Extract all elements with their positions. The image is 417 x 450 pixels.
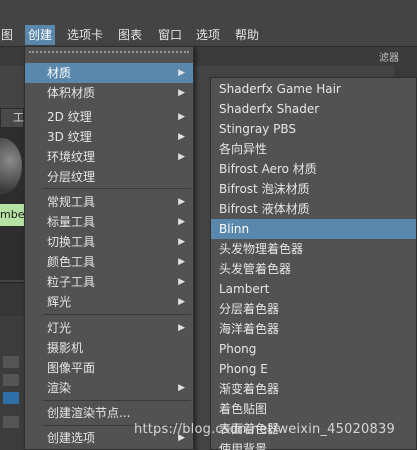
menu-item-general-utilities[interactable]: 常规工具 ▶ (25, 192, 193, 212)
outliner-row[interactable] (3, 374, 19, 386)
submenu-item-bifrost-liquid[interactable]: Bifrost 液体材质 (211, 199, 416, 219)
chevron-right-icon: ▶ (178, 257, 185, 267)
menubar: 图 创建 选项卡 图表 窗口 选项 帮助 (0, 0, 417, 46)
material-name-chip[interactable]: mbe (0, 204, 24, 226)
submenu-item-phong[interactable]: Phong (211, 339, 416, 359)
submenu-item-anisotropic[interactable]: 各向异性 (211, 139, 416, 159)
chevron-right-icon: ▶ (178, 323, 185, 333)
menu-item-materials[interactable]: 材质 ▶ (25, 63, 193, 83)
outliner-panel (0, 316, 24, 450)
outliner-row-selected[interactable] (3, 392, 19, 404)
menu-help[interactable]: 帮助 (232, 25, 262, 45)
submenu-item-hair-physical-shader[interactable]: 头发物理着色器 (211, 239, 416, 259)
chevron-right-icon: ▶ (178, 88, 185, 98)
menu-item-switch-utilities[interactable]: 切换工具 ▶ (25, 232, 193, 252)
submenu-item-use-background[interactable]: 使用背景 (211, 439, 416, 450)
submenu-item-bifrost-aero[interactable]: Bifrost Aero 材质 (211, 159, 416, 179)
submenu-item-layered-shader[interactable]: 分层着色器 (211, 299, 416, 319)
outliner-row[interactable] (3, 416, 19, 428)
submenu-item-hair-tube-shader[interactable]: 头发管着色器 (211, 259, 416, 279)
menu-item-env-textures[interactable]: 环境纹理 ▶ (25, 147, 193, 167)
chevron-right-icon: ▶ (178, 132, 185, 142)
submenu-item-lambert[interactable]: Lambert (211, 279, 416, 299)
submenu-item-shaderfx-game-hair[interactable]: Shaderfx Game Hair (211, 79, 416, 99)
chevron-right-icon: ▶ (178, 217, 185, 227)
menu-item-glow[interactable]: 辉光 ▶ (25, 292, 193, 312)
menu-item-create-render-node[interactable]: 创建渲染节点... (25, 403, 193, 423)
menu-graph[interactable]: 图 (0, 25, 16, 45)
chevron-right-icon: ▶ (178, 152, 185, 162)
menu-window[interactable]: 窗口 (155, 25, 185, 45)
tear-off-handle[interactable] (29, 51, 189, 55)
menu-divider (43, 314, 191, 315)
menu-item-image-planes[interactable]: 图像平面 (25, 358, 193, 378)
submenu-item-ocean-shader[interactable]: 海洋着色器 (211, 319, 416, 339)
background-tab[interactable]: 工 (0, 108, 24, 128)
submenu-item-shaderfx-shader[interactable]: Shaderfx Shader (211, 99, 416, 119)
chevron-right-icon: ▶ (178, 297, 185, 307)
chevron-right-icon: ▶ (178, 277, 185, 287)
chevron-right-icon: ▶ (178, 383, 185, 393)
watermark: https://blog.csdn.net/weixin_45020839 (134, 422, 395, 437)
menu-item-scalar-utilities[interactable]: 标量工具 ▶ (25, 212, 193, 232)
menu-options[interactable]: 选项 (193, 25, 223, 45)
menu-create[interactable]: 创建 (25, 25, 56, 45)
submenu-item-ramp-shader[interactable]: 渐变着色器 (211, 379, 416, 399)
menu-item-volumetric[interactable]: 体积材质 ▶ (25, 83, 193, 103)
create-menu: 材质 ▶ 体积材质 ▶ 2D 纹理 ▶ 3D 纹理 ▶ 环境纹理 ▶ 分层纹理 常规工具 ▶… (24, 46, 194, 450)
menu-divider (43, 400, 191, 401)
chevron-right-icon: ▶ (178, 237, 185, 247)
submenu-item-blinn[interactable]: Blinn (211, 219, 416, 239)
menu-item-color-utilities[interactable]: 颜色工具 ▶ (25, 252, 193, 272)
submenu-item-shading-map[interactable]: 着色贴图 (211, 399, 416, 419)
chevron-right-icon: ▶ (178, 68, 185, 78)
menu-item-layered-texture[interactable]: 分层纹理 (25, 167, 193, 187)
menu-item-cameras[interactable]: 摄影机 (25, 338, 193, 358)
menu-tabs[interactable]: 选项卡 (64, 25, 106, 45)
menu-item-2d-textures[interactable]: 2D 纹理 ▶ (25, 107, 193, 127)
menu-divider (43, 188, 191, 189)
submenu-item-stingray-pbs[interactable]: Stingray PBS (211, 119, 416, 139)
submenu-item-bifrost-foam[interactable]: Bifrost 泡沫材质 (211, 179, 416, 199)
menu-charts[interactable]: 图表 (115, 25, 145, 45)
filter-label: 滤器 (379, 53, 399, 64)
menu-item-render[interactable]: 渲染 ▶ (25, 378, 193, 398)
menu-item-3d-textures[interactable]: 3D 纹理 ▶ (25, 127, 193, 147)
submenu-item-phong-e[interactable]: Phong E (211, 359, 416, 379)
menu-item-lights[interactable]: 灯光 ▶ (25, 318, 193, 338)
panel-divider (0, 282, 24, 316)
menu-item-particle-utilities[interactable]: 粒子工具 ▶ (25, 272, 193, 292)
chevron-right-icon: ▶ (178, 197, 185, 207)
outliner-row[interactable] (3, 356, 19, 368)
chevron-right-icon: ▶ (178, 112, 185, 122)
materials-submenu: Shaderfx Game Hair Shaderfx Shader Sting… (210, 77, 417, 450)
